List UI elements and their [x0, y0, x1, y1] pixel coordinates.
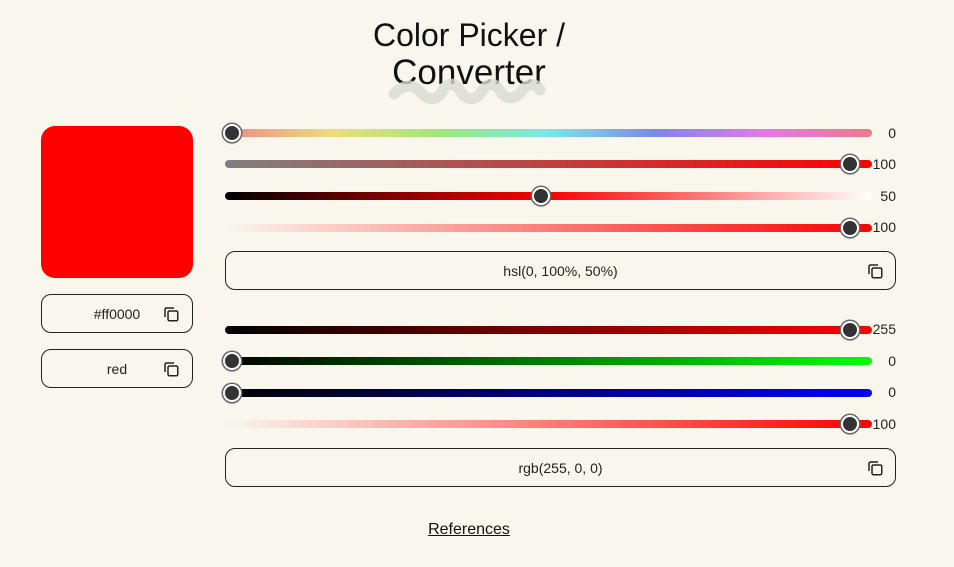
color-name-field[interactable]: red [41, 349, 193, 388]
hex-value: #ff0000 [93, 305, 141, 322]
green-value: 0 [888, 353, 896, 369]
copy-icon[interactable] [866, 262, 884, 280]
page-title-line-1: Color Picker / [372, 17, 566, 53]
blue-value: 0 [888, 384, 896, 400]
lightness-value: 50 [880, 188, 896, 204]
blue-slider-thumb[interactable] [223, 384, 241, 402]
hsl-alpha-value: 100 [872, 219, 896, 235]
references-section: References [0, 521, 938, 539]
green-slider-thumb[interactable] [223, 352, 241, 370]
hue-slider-thumb[interactable] [223, 124, 241, 142]
rgb-alpha-slider-track[interactable] [225, 420, 872, 428]
hex-field[interactable]: #ff0000 [41, 294, 193, 333]
copy-icon[interactable] [162, 360, 180, 378]
hsl-output-value: hsl(0, 100%, 50%) [503, 262, 618, 279]
hue-slider-track[interactable] [225, 129, 872, 137]
green-slider-track[interactable] [225, 357, 872, 365]
red-value: 255 [872, 321, 896, 337]
saturation-slider-track[interactable] [225, 160, 872, 168]
rgb-output-value: rgb(255, 0, 0) [518, 459, 603, 476]
rgb-output-field[interactable]: rgb(255, 0, 0) [225, 448, 896, 487]
hsl-alpha-slider-track[interactable] [225, 224, 872, 232]
color-name-value: red [106, 360, 128, 377]
lightness-slider-thumb[interactable] [532, 187, 550, 205]
color-preview-swatch [41, 126, 193, 278]
red-slider-track[interactable] [225, 326, 872, 334]
hsl-output-field[interactable]: hsl(0, 100%, 50%) [225, 251, 896, 290]
hue-value: 0 [888, 125, 896, 141]
rgb-alpha-value: 100 [872, 416, 896, 432]
copy-icon[interactable] [162, 305, 180, 323]
saturation-value: 100 [872, 156, 896, 172]
title-underline-decoration [388, 78, 546, 104]
blue-slider-track[interactable] [225, 389, 872, 397]
references-link[interactable]: References [428, 521, 510, 538]
copy-icon[interactable] [866, 459, 884, 477]
